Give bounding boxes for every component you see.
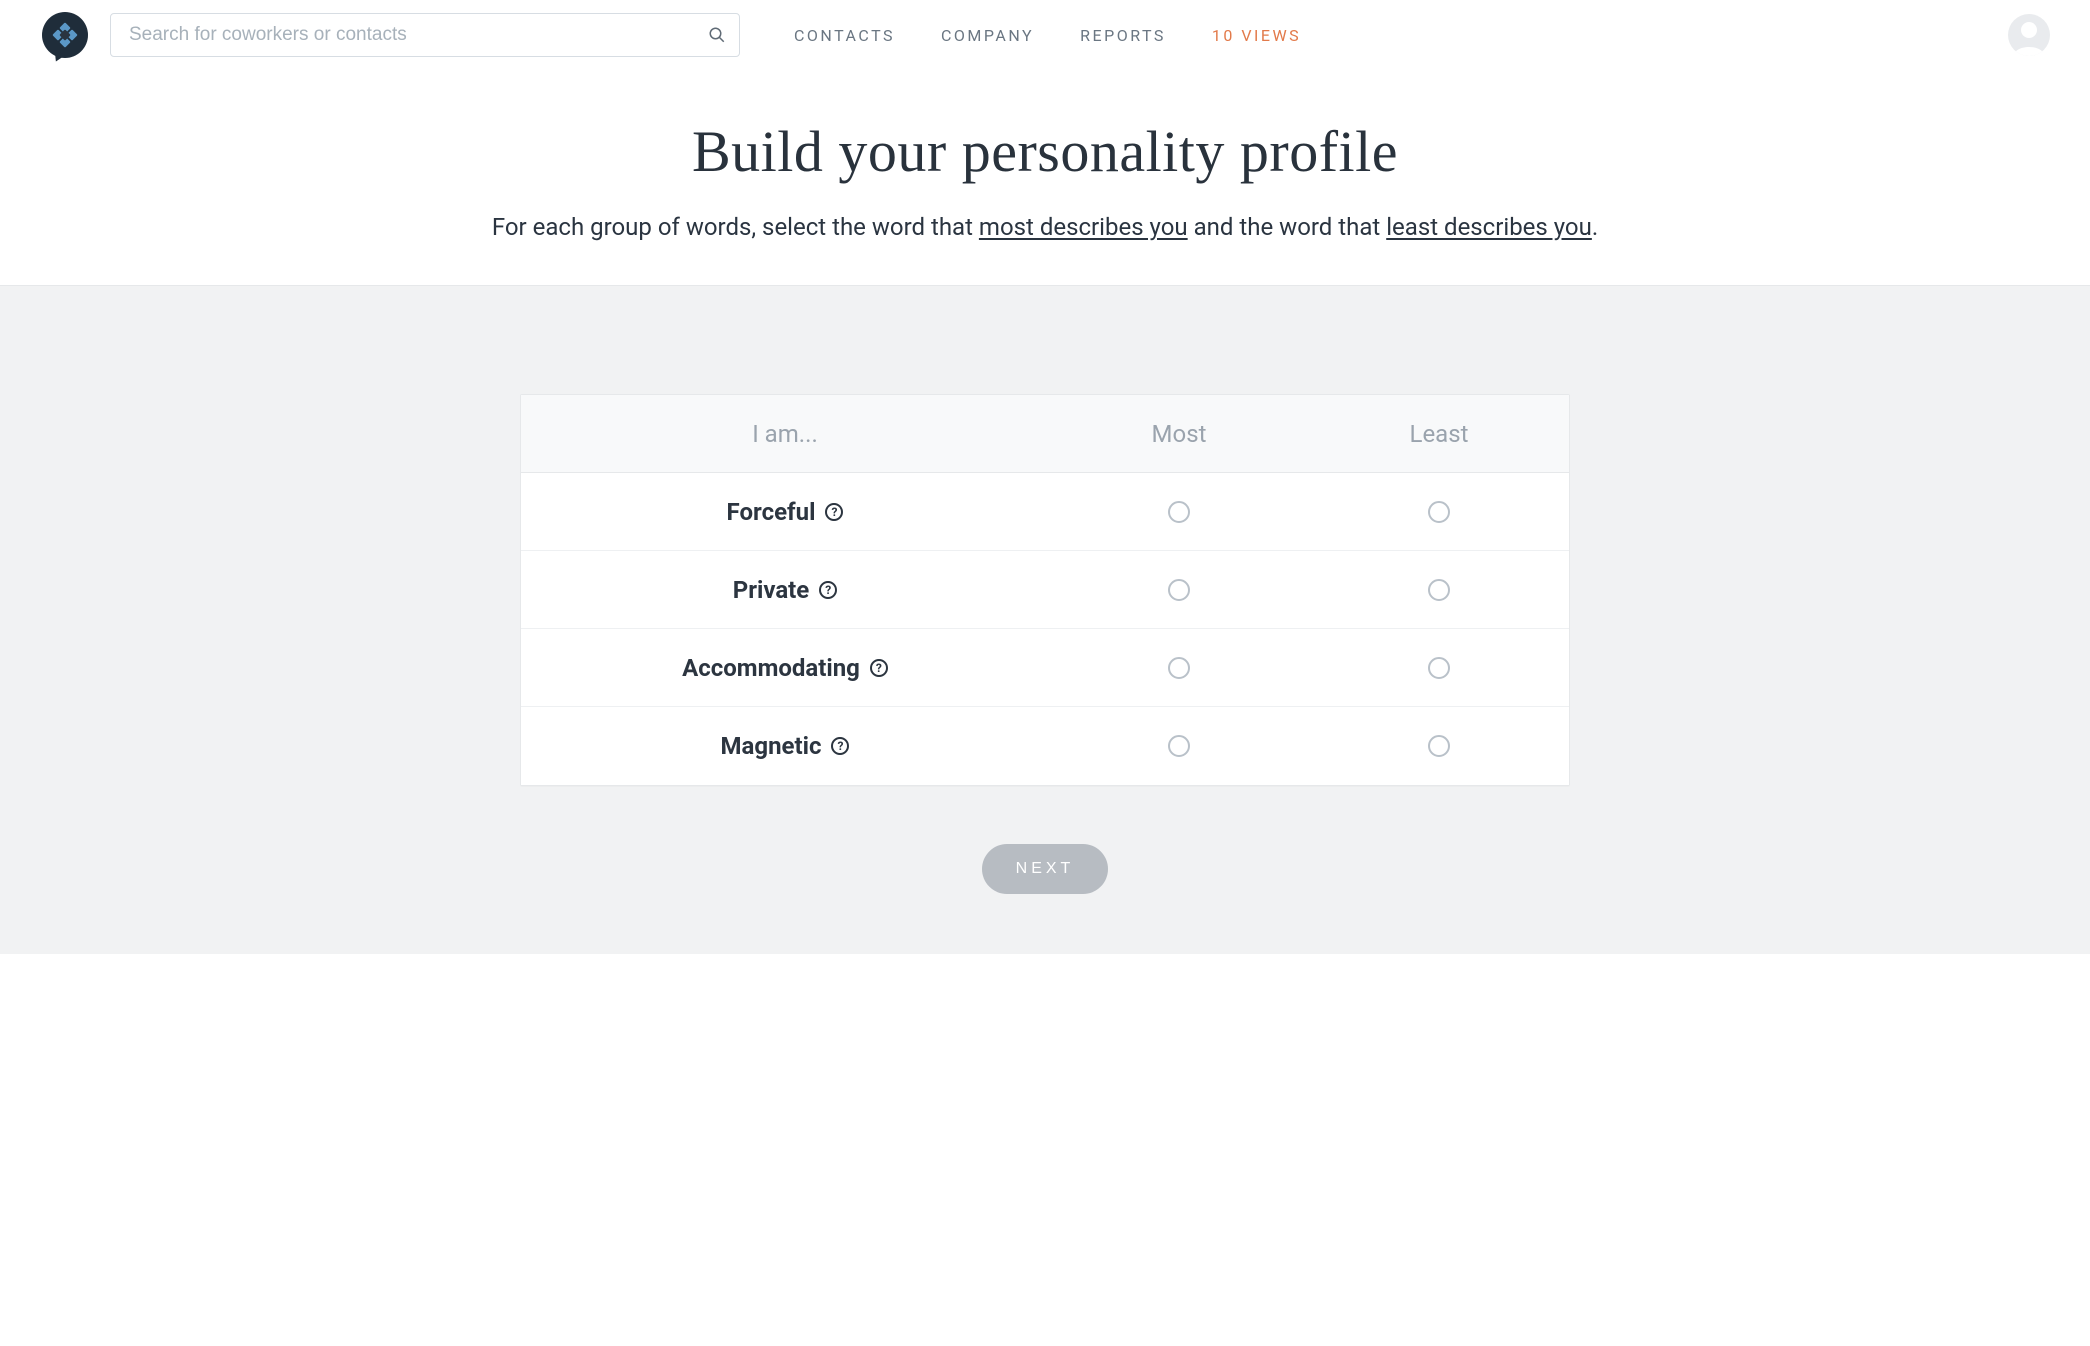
logo-bubble-icon [42, 12, 88, 58]
row-label: Magnetic ? [521, 732, 1049, 760]
word-label: Magnetic [721, 732, 822, 760]
subtitle-part3: . [1592, 213, 1598, 241]
radio-least[interactable] [1428, 501, 1450, 523]
next-wrap: NEXT [0, 844, 2090, 894]
word-label: Accommodating [682, 654, 860, 682]
app-logo[interactable] [40, 10, 90, 60]
subtitle-most: most describes you [979, 213, 1188, 241]
help-icon[interactable]: ? [870, 659, 888, 677]
question-card: I am... Most Least Forceful ? Private ? … [520, 394, 1570, 786]
avatar[interactable] [2008, 14, 2050, 56]
search-icon[interactable] [708, 26, 726, 44]
row-label: Forceful ? [521, 498, 1049, 526]
panel-area: I am... Most Least Forceful ? Private ? … [0, 285, 2090, 954]
table-row: Private ? [521, 551, 1569, 629]
row-label: Accommodating ? [521, 654, 1049, 682]
help-icon[interactable]: ? [825, 503, 843, 521]
subtitle-part2: and the word that [1188, 213, 1387, 241]
next-button[interactable]: NEXT [982, 844, 1109, 894]
card-header: I am... Most Least [521, 395, 1569, 473]
nav-links: CONTACTS COMPANY REPORTS 10 VIEWS [794, 26, 1301, 45]
nav-reports[interactable]: REPORTS [1080, 26, 1166, 45]
help-icon[interactable]: ? [831, 737, 849, 755]
header-col-most: Most [1049, 420, 1309, 448]
topbar: CONTACTS COMPANY REPORTS 10 VIEWS [0, 0, 2090, 70]
table-row: Magnetic ? [521, 707, 1569, 785]
radio-most[interactable] [1168, 501, 1190, 523]
word-label: Forceful [727, 498, 816, 526]
page-subtitle: For each group of words, select the word… [20, 213, 2070, 241]
word-label: Private [733, 576, 810, 604]
radio-least[interactable] [1428, 735, 1450, 757]
radio-most[interactable] [1168, 657, 1190, 679]
subtitle-part1: For each group of words, select the word… [492, 213, 979, 241]
radio-least[interactable] [1428, 579, 1450, 601]
hero: Build your personality profile For each … [0, 70, 2090, 285]
subtitle-least: least describes you [1386, 213, 1592, 241]
header-col-least: Least [1309, 420, 1569, 448]
header-col-iam: I am... [521, 420, 1049, 448]
page-title: Build your personality profile [20, 118, 2070, 185]
radio-most[interactable] [1168, 735, 1190, 757]
radio-most[interactable] [1168, 579, 1190, 601]
search-wrap [110, 13, 740, 57]
nav-company[interactable]: COMPANY [941, 26, 1034, 45]
radio-least[interactable] [1428, 657, 1450, 679]
nav-contacts[interactable]: CONTACTS [794, 26, 895, 45]
nav-views[interactable]: 10 VIEWS [1212, 26, 1301, 45]
user-icon [2008, 14, 2050, 56]
help-icon[interactable]: ? [819, 581, 837, 599]
table-row: Accommodating ? [521, 629, 1569, 707]
search-input[interactable] [110, 13, 740, 57]
row-label: Private ? [521, 576, 1049, 604]
table-row: Forceful ? [521, 473, 1569, 551]
